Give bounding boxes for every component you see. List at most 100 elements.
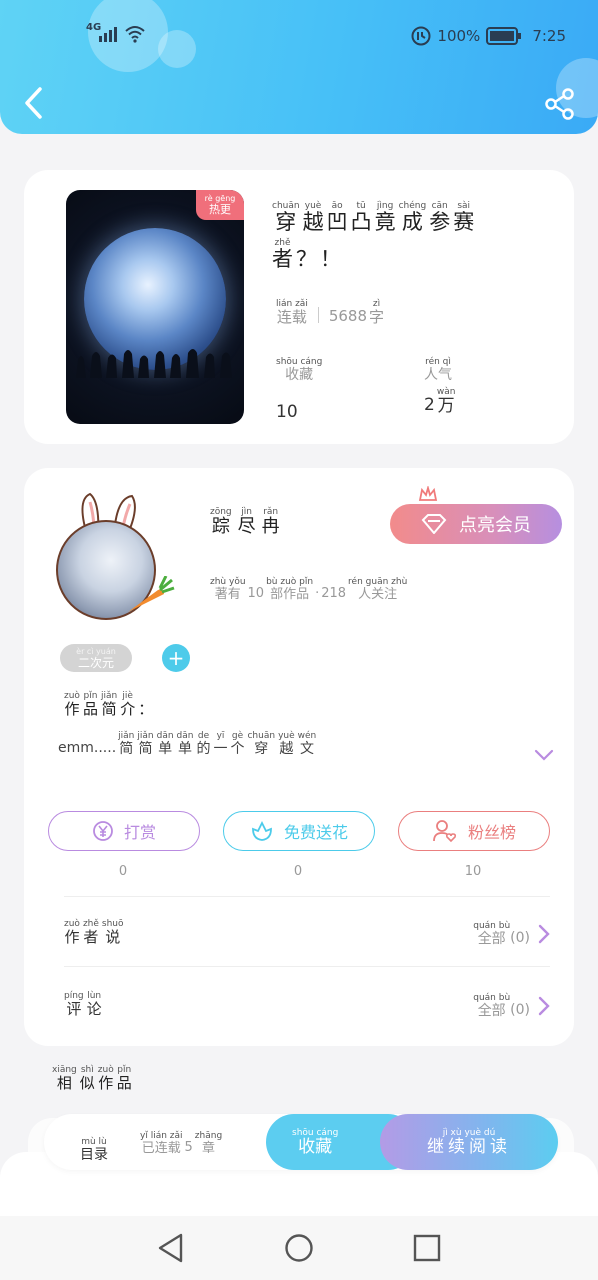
bottom-action-bar: mù lù 目录 yǐ lián zǎi 已连载 5 zhāng 章 shōu cán… [44,1114,558,1170]
author-name-char: jìn 尽 [237,507,256,537]
share-icon[interactable] [544,88,576,120]
nav-home-icon[interactable] [284,1232,314,1264]
title-char: jìng 竟 [374,201,396,234]
book-title: chuān 穿 yuè 越 āo 凹 tū 凸 jìng 竟 chéng 成 cān 参 sài 赛 zhě 者… [272,202,552,270]
title-char: yuè 越 [302,201,324,234]
author-card: zōng 踪 jìn 尽 rǎn 冉 点亮会员 zhù yǒu 著有 10 bù zuò p… [24,468,574,1046]
intro-char: yuè 越 [278,731,295,757]
battery-percent: 100% [437,27,481,45]
comments-row[interactable]: píng 评 lùn 论 quán bù 全部 (0) [24,968,574,1038]
continue-reading-button[interactable]: jì xù yuè dú 继续阅读 [380,1114,558,1170]
cover-silhouettes [76,349,232,378]
title-char: tū 凸 [350,201,372,234]
title-char: ！ [320,247,341,271]
author-says-row[interactable]: zuò 作 zhě 者 shuō 说 quán bù 全部 (0) [24,898,574,966]
title-char: cān 参 [429,201,451,234]
similar-char: shì 似 [79,1065,95,1092]
title-char: sài 赛 [453,201,475,234]
add-tag-button[interactable]: + [162,644,190,672]
tip-button[interactable]: 打赏 [48,811,200,851]
title-char: āo 凹 [326,201,348,234]
clock: 7:25 [532,27,566,45]
chevron-down-icon[interactable] [534,748,554,762]
favorites-value: 10 [276,402,298,422]
nav-recents-icon[interactable] [412,1232,442,1264]
intro-text: emm..... jiǎn 简 jiǎn 简 dān 单 dān 单 de 的 yī 一 gè 个 chuā… [58,731,317,757]
tip-count: 0 [118,864,128,879]
intro-char: yī 一 [213,731,228,757]
intro-char: chuān 穿 [247,731,276,757]
flower-icon [252,820,272,841]
comments-char: píng 评 [64,991,84,1018]
comments-char: lùn 论 [86,991,102,1018]
nav-back-icon[interactable] [156,1232,186,1264]
author-name-char: rǎn 冉 [261,507,280,537]
book-cover[interactable]: rè gēng 热更 [66,190,244,424]
intro-label-char: jiè 介 [120,691,136,718]
yen-coin-icon [93,821,113,841]
followers-count: 218 [321,586,347,601]
intro-label-char: ： [138,700,154,718]
intro-char: wén 文 [297,731,317,757]
crown-icon [418,486,438,501]
chevron-right-icon [538,924,550,944]
similar-char: zuò 作 [97,1065,114,1092]
carrot-icon [128,576,175,612]
intro-label: zuò 作 pǐn 品 jiǎn 简 jiè 介 ： [64,692,153,717]
divider [64,896,550,897]
intro-label-char: pǐn 品 [82,691,98,718]
word-count: 5688 [328,307,368,325]
chevron-right-icon [538,996,550,1016]
back-arrow-icon[interactable] [22,86,44,120]
author-name: zōng 踪 jìn 尽 rǎn 冉 [210,508,280,536]
send-flower-button[interactable]: 免费送花 [223,811,375,851]
status-bar: 4G 100% 7:25 [0,20,598,52]
tip-label: 打赏 [123,823,156,842]
author-stats: zhù yǒu 著有 10 bù zuò pǐn 部作品 · 218 rén guā… [210,577,408,602]
favorites-stat: shōu cáng 收藏 10 [276,357,323,423]
app-header: 4G 100% 7:25 [0,0,598,134]
intro-char: dān 单 [176,731,194,757]
title-char: chuān 穿 [272,201,300,234]
author-name-char: zōng 踪 [210,507,232,537]
intro-label-char: jiǎn 简 [100,691,118,718]
divider [64,966,550,967]
intro-char: dān 单 [156,731,174,757]
genre-tag[interactable]: èr cì yuán 二次元 [60,644,132,672]
flower-count: 0 [293,864,303,879]
user-heart-icon [433,820,457,843]
intro-char: gè 个 [230,731,245,757]
hot-update-badge: rè gēng 热更 [196,190,244,220]
chapter-count: yǐ lián zǎi 已连载 5 zhāng 章 [140,1131,223,1156]
author-says-char: shuō 说 [101,919,124,946]
vip-button[interactable]: 点亮会员 [390,486,562,544]
serial-status: lián zǎi 连载 5688 zì 字 [276,299,385,326]
send-flower-label: 免费送花 [283,823,348,842]
author-says-char: zhě 者 [82,919,99,946]
similar-works-heading: xiāng 相 shì 似 zuò 作 pǐn 品 [52,1066,132,1091]
title-char: chéng 成 [398,201,427,234]
system-nav-bar [0,1216,598,1280]
similar-char: xiāng 相 [52,1065,77,1092]
diamond-icon [421,514,447,534]
author-avatar[interactable] [54,490,175,620]
signal-icon [99,27,117,42]
fan-count: 10 [464,864,482,879]
intro-label-char: zuò 作 [64,691,80,718]
fan-ranking-label: 粉丝榜 [467,823,516,842]
data-saver-icon [411,26,431,46]
similar-char: pǐn 品 [116,1065,132,1092]
battery-icon [486,27,522,45]
catalog-button[interactable]: mù lù 目录 [80,1132,108,1163]
author-says-char: zuò 作 [64,919,80,946]
title-char: zhě 者 [272,238,293,271]
popularity-stat: rén qì 人气 2 wàn 万 [424,357,456,416]
popularity-value: 2 [424,395,435,415]
works-count: 10 [247,586,265,601]
intro-char: jiǎn 简 [137,731,154,757]
wifi-icon [125,26,145,43]
intro-char: jiǎn 简 [118,731,135,757]
intro-char: de 的 [196,731,211,757]
fan-ranking-button[interactable]: 粉丝榜 [398,811,550,851]
book-info-card: rè gēng 热更 chuān 穿 yuè 越 āo 凹 tū 凸 jìng 竟 chéng 成 cān… [24,170,574,444]
